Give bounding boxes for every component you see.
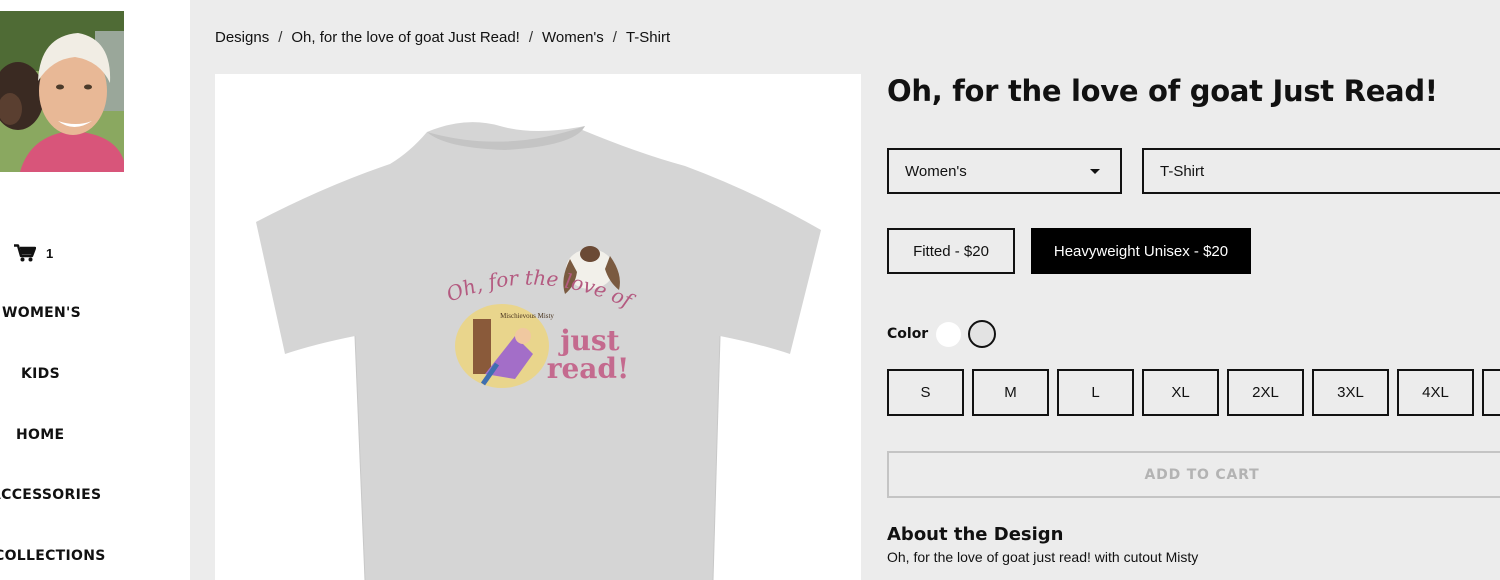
breadcrumb-designs[interactable]: Designs	[215, 29, 269, 46]
nav-kids[interactable]: KIDS	[21, 366, 60, 382]
breadcrumb-tshirt: T-Shirt	[625, 29, 671, 46]
size-button-s[interactable]: S	[887, 369, 964, 416]
breadcrumb-design[interactable]: Oh, for the love of goat Just Read!	[291, 29, 519, 46]
nav-accessories[interactable]: ACCESSORIES	[0, 487, 101, 503]
size-button-m[interactable]: M	[972, 369, 1049, 416]
nav-home[interactable]: HOME	[16, 427, 64, 443]
sidebar: 1 WOMEN'S KIDS HOME ACCESSORIES COLLECTI…	[0, 0, 190, 580]
product-title: Oh, for the love of goat Just Read!	[887, 74, 1438, 108]
color-label: Color	[887, 326, 929, 342]
color-swatch-white[interactable]	[936, 321, 962, 347]
breadcrumb-separator: /	[528, 29, 534, 46]
style-fitted-button[interactable]: Fitted - $20	[887, 228, 1015, 274]
cart-count-badge: 1	[46, 245, 54, 261]
chevron-down-icon	[1090, 168, 1100, 174]
breadcrumb-separator: /	[612, 29, 617, 46]
nav-womens[interactable]: WOMEN'S	[2, 305, 81, 321]
about-design-heading: About the Design	[887, 524, 1064, 545]
breadcrumb-womens[interactable]: Women's	[542, 29, 604, 46]
cart-icon	[14, 244, 36, 262]
size-button-xl[interactable]: XL	[1142, 369, 1219, 416]
breadcrumb-separator: /	[278, 29, 283, 46]
product-type-select[interactable]: T-Shirt	[1142, 148, 1500, 194]
size-button-l[interactable]: L	[1057, 369, 1134, 416]
artist-avatar[interactable]	[0, 11, 124, 172]
size-button-2xl[interactable]: 2XL	[1227, 369, 1304, 416]
size-button-3xl[interactable]: 3XL	[1312, 369, 1389, 416]
breadcrumb: Designs / Oh, for the love of goat Just …	[215, 29, 670, 46]
color-swatch-heather-gray[interactable]	[968, 320, 997, 348]
add-to-cart-button[interactable]: ADD TO CART	[887, 451, 1500, 498]
size-button-4xl[interactable]: 4XL	[1397, 369, 1474, 416]
cart-link[interactable]: 1	[14, 244, 53, 262]
nav-collections[interactable]: COLLECTIONS	[0, 548, 106, 564]
shirt-text-read: read!	[547, 352, 630, 385]
book-title-text: Mischievous Misty	[500, 312, 554, 320]
product-image[interactable]: Mischievous Misty Oh, for the love of go…	[215, 74, 861, 580]
color-picker: Color	[887, 320, 1002, 348]
gender-select-value: Women's	[905, 162, 967, 180]
size-button-more[interactable]	[1482, 369, 1500, 416]
product-type-select-value: T-Shirt	[1160, 162, 1205, 180]
style-heavyweight-unisex-button[interactable]: Heavyweight Unisex - $20	[1031, 228, 1251, 274]
about-design-text: Oh, for the love of goat just read! with…	[887, 549, 1199, 565]
gender-select[interactable]: Women's	[887, 148, 1122, 194]
